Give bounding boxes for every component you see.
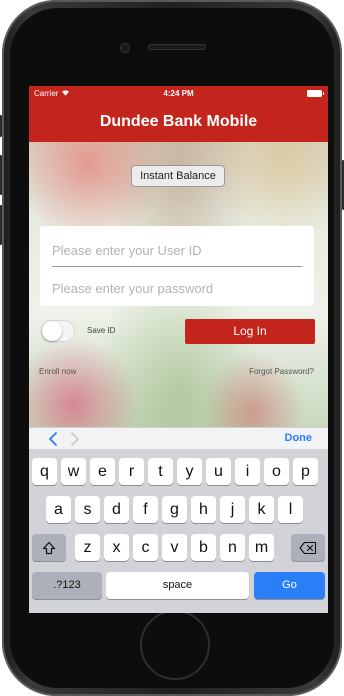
volume-down-button: [0, 205, 2, 245]
key-x[interactable]: x: [104, 534, 129, 561]
key-p[interactable]: p: [293, 458, 318, 485]
home-button[interactable]: [140, 610, 210, 680]
volume-up-button: [0, 155, 2, 195]
status-time: 4:24 PM: [163, 89, 194, 98]
shift-key[interactable]: [32, 534, 66, 561]
key-g[interactable]: g: [162, 496, 187, 523]
keyboard: q w e r t y u i o p a s d f g h j k l z …: [29, 449, 328, 613]
key-w[interactable]: w: [61, 458, 86, 485]
user-id-input[interactable]: [52, 238, 302, 262]
status-bar: Carrier 4:24 PM: [29, 86, 328, 102]
earpiece-speaker: [148, 44, 206, 50]
key-a[interactable]: a: [46, 496, 71, 523]
key-i[interactable]: i: [235, 458, 260, 485]
key-v[interactable]: v: [162, 534, 187, 561]
key-m[interactable]: m: [249, 534, 274, 561]
chevron-left-icon[interactable]: [47, 432, 59, 446]
keyboard-toolbar: Done: [29, 427, 328, 450]
key-c[interactable]: c: [133, 534, 158, 561]
key-j[interactable]: j: [220, 496, 245, 523]
front-camera: [121, 44, 129, 52]
save-id-toggle[interactable]: [41, 320, 75, 342]
key-b[interactable]: b: [191, 534, 216, 561]
key-u[interactable]: u: [206, 458, 231, 485]
key-f[interactable]: f: [133, 496, 158, 523]
battery-icon: [307, 90, 324, 97]
app-title: Dundee Bank Mobile: [99, 113, 258, 130]
key-q[interactable]: q: [32, 458, 57, 485]
key-k[interactable]: k: [249, 496, 274, 523]
toggle-knob: [42, 321, 62, 341]
mute-switch: [0, 115, 2, 137]
save-id-label: Save ID: [87, 326, 116, 335]
key-o[interactable]: o: [264, 458, 289, 485]
space-key[interactable]: space: [106, 572, 249, 599]
key-s[interactable]: s: [75, 496, 100, 523]
instant-balance-button[interactable]: Instant Balance: [131, 165, 225, 187]
shift-icon: [42, 541, 56, 554]
numbers-key[interactable]: .?123: [32, 572, 102, 599]
done-button[interactable]: Done: [285, 432, 313, 444]
go-key[interactable]: Go: [254, 572, 325, 599]
password-input[interactable]: [52, 276, 302, 300]
input-divider: [52, 266, 302, 267]
key-n[interactable]: n: [220, 534, 245, 561]
key-y[interactable]: y: [177, 458, 202, 485]
login-form: [40, 226, 314, 306]
key-e[interactable]: e: [90, 458, 115, 485]
key-l[interactable]: l: [278, 496, 303, 523]
key-t[interactable]: t: [148, 458, 173, 485]
key-r[interactable]: r: [119, 458, 144, 485]
enroll-now-link[interactable]: Enroll now: [39, 367, 76, 376]
backspace-key[interactable]: [291, 534, 325, 561]
navigation-bar: Dundee Bank Mobile: [29, 102, 328, 142]
forgot-password-link[interactable]: Forgot Password?: [249, 367, 314, 376]
backspace-icon: [299, 541, 317, 554]
app-screen: Carrier 4:24 PM Dundee Bank Mobile Insta…: [29, 86, 328, 613]
chevron-right-icon[interactable]: [69, 432, 81, 446]
login-button[interactable]: Log In: [185, 319, 315, 344]
key-h[interactable]: h: [191, 496, 216, 523]
key-z[interactable]: z: [75, 534, 100, 561]
key-d[interactable]: d: [104, 496, 129, 523]
